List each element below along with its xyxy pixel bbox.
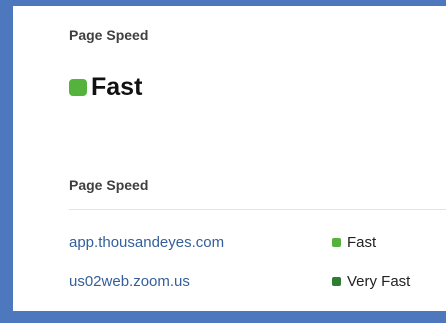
fast-status-icon (69, 78, 87, 96)
table-row: app.thousandeyes.com Fast (69, 232, 446, 252)
table-heading: Page Speed (69, 177, 149, 193)
status-cell: Very Fast (332, 273, 410, 290)
status-text: Fast (347, 233, 377, 251)
status-text: Very Fast (347, 272, 411, 290)
page-speed-panel: Page Speed Fast Page Speed app.thousande… (13, 6, 446, 311)
host-link[interactable]: app.thousandeyes.com (69, 234, 332, 251)
summary-status-text: Fast (91, 72, 143, 101)
very-fast-status-icon (332, 276, 341, 286)
table-row: us02web.zoom.us Very Fast (69, 271, 446, 291)
host-link[interactable]: us02web.zoom.us (69, 273, 332, 290)
table-divider (69, 209, 446, 210)
summary-status: Fast (69, 72, 142, 102)
status-cell: Fast (332, 234, 376, 251)
fast-status-icon (332, 237, 341, 247)
summary-heading: Page Speed (69, 27, 149, 43)
